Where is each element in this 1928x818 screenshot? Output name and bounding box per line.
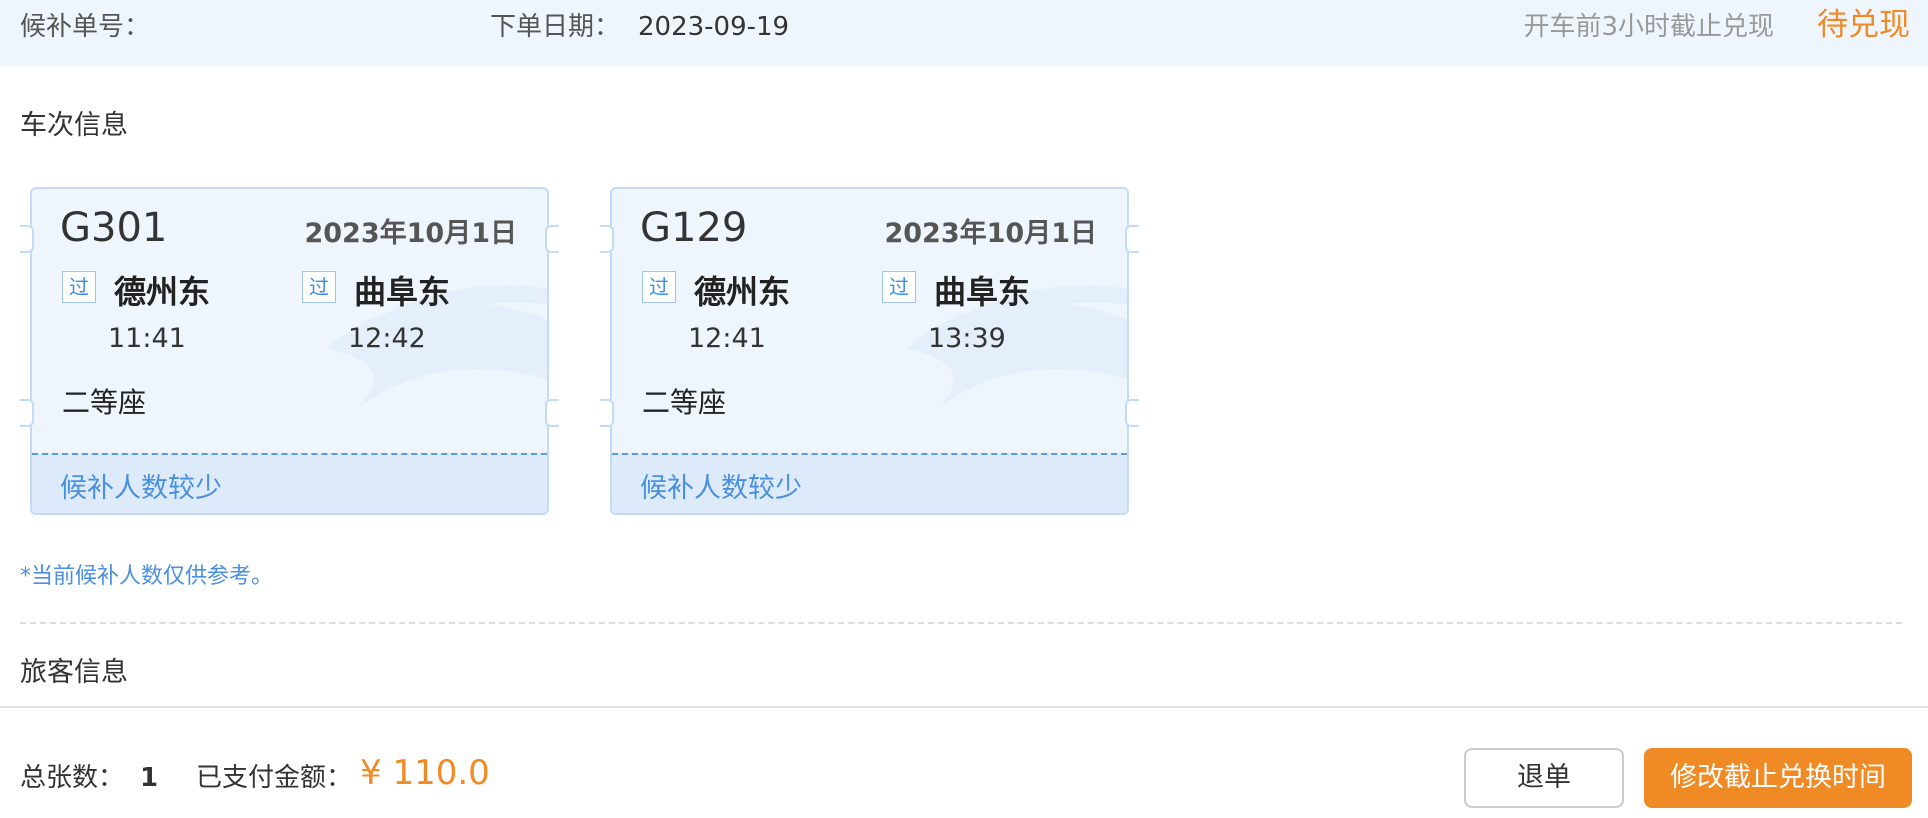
paid-amount-value: ¥ 110.0	[360, 753, 490, 793]
pass-through-tag: 过	[302, 271, 336, 303]
order-date-label: 下单日期：	[490, 12, 621, 42]
ticket-notch	[545, 399, 559, 427]
ticket-notch	[20, 399, 34, 427]
paid-amount-label: 已支付金额：	[196, 763, 353, 793]
order-no-label: 候补单号：	[20, 12, 151, 42]
total-count-value: 1	[140, 763, 159, 793]
ticket-notch	[545, 225, 559, 253]
pass-through-tag: 过	[642, 271, 676, 303]
ticket-notch	[1125, 399, 1139, 427]
passenger-info-title: 旅客信息	[20, 657, 128, 688]
train-date: 2023年10月1日	[304, 218, 517, 249]
ticket-notch	[1125, 225, 1139, 253]
queue-status: 候补人数较少	[640, 473, 802, 504]
arrival-time: 12:42	[348, 323, 426, 354]
order-header: 候补单号： 下单日期： 2023-09-19 开车前3小时截止兑现 待兑现	[0, 0, 1928, 66]
total-count-label: 总张数：	[20, 763, 125, 793]
ticket-notch	[600, 225, 614, 253]
ticket-card: G129 2023年10月1日 过 德州东 过 曲阜东 12:41 13:39 …	[600, 187, 1139, 515]
train-number: G129	[640, 205, 748, 251]
ticket-card: G301 2023年10月1日 过 德州东 过 曲阜东 11:41 12:42 …	[20, 187, 559, 515]
seat-type: 二等座	[62, 386, 147, 419]
refund-button[interactable]: 退单	[1464, 748, 1624, 808]
departure-time: 11:41	[108, 323, 186, 354]
from-station: 德州东	[694, 273, 791, 311]
status-badge: 待兑现	[1817, 7, 1910, 43]
seat-type: 二等座	[642, 386, 727, 419]
order-date-value: 2023-09-19	[638, 12, 790, 42]
train-date: 2023年10月1日	[884, 218, 1097, 249]
pass-through-tag: 过	[62, 271, 96, 303]
departure-time: 12:41	[688, 323, 766, 354]
queue-note: *当前候补人数仅供参考。	[20, 564, 274, 589]
ticket-notch	[20, 225, 34, 253]
to-station: 曲阜东	[354, 273, 451, 311]
from-station: 德州东	[114, 273, 211, 311]
pass-through-tag: 过	[882, 271, 916, 303]
modify-deadline-button[interactable]: 修改截止兑换时间	[1644, 748, 1912, 808]
to-station: 曲阜东	[934, 273, 1031, 311]
section-divider	[20, 622, 1902, 624]
ticket-footer: 候补人数较少	[612, 453, 1127, 513]
queue-status: 候补人数较少	[60, 473, 222, 504]
train-number: G301	[60, 205, 168, 251]
deadline-text: 开车前3小时截止兑现	[1523, 12, 1774, 42]
footer-divider	[0, 706, 1928, 708]
ticket-notch	[600, 399, 614, 427]
train-info-title: 车次信息	[20, 110, 128, 141]
ticket-footer: 候补人数较少	[32, 453, 547, 513]
arrival-time: 13:39	[928, 323, 1006, 354]
